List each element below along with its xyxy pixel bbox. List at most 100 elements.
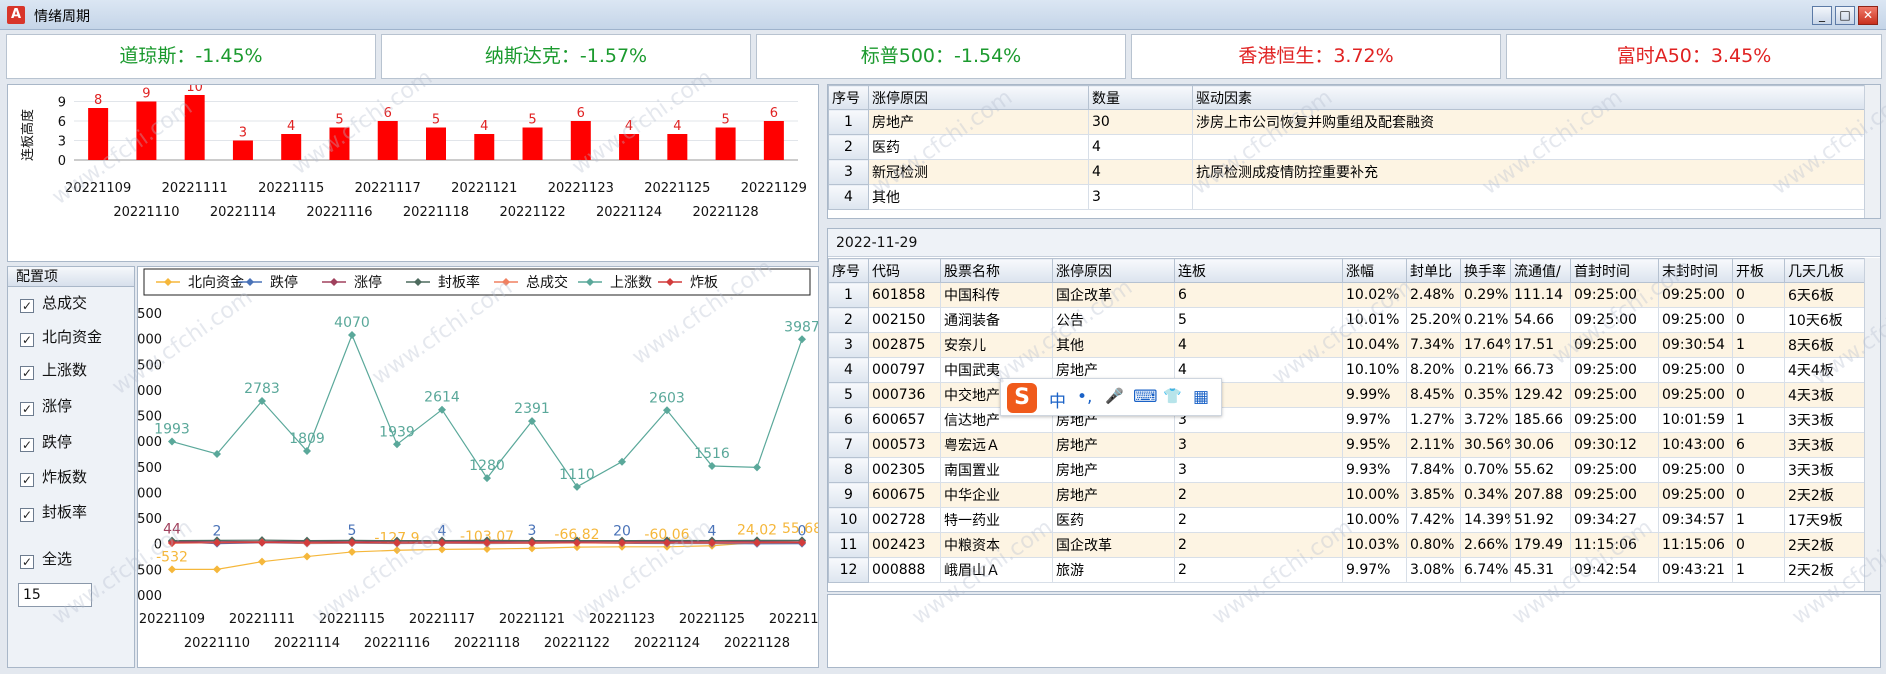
column-header[interactable]: 股票名称	[940, 258, 1053, 283]
cfg-broken-count[interactable]: ✓ 炸板数	[20, 467, 87, 487]
x-tick-label: 20221123	[589, 612, 655, 627]
table-cell: 2.48%	[1406, 282, 1461, 308]
data-label: 2614	[424, 390, 460, 406]
cfg-advancers[interactable]: ✓ 上涨数	[20, 360, 87, 380]
column-header[interactable]: 流通值/	[1510, 258, 1571, 283]
date-label: 2022-11-29	[828, 229, 1880, 257]
table-cell: 8.45%	[1406, 382, 1461, 408]
column-header[interactable]: 末封时间	[1658, 258, 1733, 283]
table-row[interactable]: 12 000888 峨眉山Ａ 旅游 2 9.97% 3.08% 6.74% 45.31 09:42…	[828, 557, 1864, 583]
row-number: 1	[828, 109, 869, 135]
table-cell: 2.11%	[1406, 432, 1461, 458]
x-tick-label: 20221122	[544, 636, 610, 651]
checkbox-total-volume[interactable]: ✓	[20, 299, 34, 313]
table-row[interactable]: 3 新冠检测 4 抗原检测成疫情防控重要补充	[828, 159, 1865, 185]
table-row[interactable]: 2 医药 4	[828, 134, 1865, 160]
col-count[interactable]: 数量	[1088, 85, 1193, 110]
data-label: 1939	[379, 424, 415, 440]
y-tick-label: 9	[58, 96, 66, 111]
table-cell: 0	[1732, 307, 1785, 333]
checkbox-select-all[interactable]: ✓	[20, 555, 34, 569]
table-row[interactable]: 4 其他 3	[828, 184, 1865, 210]
x-tick-label: 20221117	[409, 612, 475, 627]
checkbox-broken-count[interactable]: ✓	[20, 473, 34, 487]
cfg-select-all[interactable]: ✓ 全选	[20, 549, 72, 569]
ime-mic-icon[interactable]: 🎤	[1105, 387, 1124, 405]
table-row[interactable]: 7000573粤宏远Ａ房地产39.95%2.11%30.56%30.0609:3…	[828, 432, 1864, 458]
table-cell: 房地产	[1052, 457, 1175, 483]
table-row[interactable]: 10002728特一药业医药210.00%7.42%14.39%51.9209:…	[828, 507, 1864, 533]
table-row[interactable]: 11 002423 中粮资本 国企改革 2 10.03% 0.80% 2.66% 179.49 1…	[828, 532, 1864, 558]
data-point	[303, 552, 311, 561]
table-row[interactable]: 5 000736 中交地产 9.99% 8.45% 0.35% 129.42 09:25:00…	[828, 382, 1864, 408]
col-driver[interactable]: 驱动因素	[1192, 85, 1865, 110]
ime-skin-icon[interactable]: 👕	[1163, 387, 1182, 405]
table-row[interactable]: 8 002305 南国置业 房地产 3 9.93% 7.84% 0.70% 55.62 09:25…	[828, 457, 1864, 483]
table-cell: 公告	[1052, 307, 1175, 333]
data-label: 24.02	[737, 522, 777, 538]
column-header[interactable]: 涨停原因	[1052, 258, 1175, 283]
checkbox-limit-up[interactable]: ✓	[20, 402, 34, 416]
ime-toolbar: S 中 •, 🎤 ⌨ 👕 ▦	[1000, 378, 1222, 416]
close-button[interactable]: ✕	[1858, 6, 1878, 25]
checkbox-seal-rate[interactable]: ✓	[20, 508, 34, 522]
cfg-limit-down[interactable]: ✓ 跌停	[20, 432, 72, 452]
table-cell: 房地产	[1052, 432, 1175, 458]
column-header[interactable]: 封单比	[1406, 258, 1461, 283]
table-header-row: 序号 涨停原因 数量 驱动因素	[828, 85, 1865, 110]
table-cell: 30.06	[1510, 432, 1571, 458]
table-cell: 09:25:00	[1570, 382, 1659, 408]
stocks-scrollbar[interactable]	[1864, 258, 1880, 591]
table-cell: 7.34%	[1406, 332, 1461, 358]
table-row[interactable]: 1 房地产 30 涉房上市公司恢复并购重组及配套融资	[828, 109, 1865, 135]
col-reason[interactable]: 涨停原因	[868, 85, 1089, 110]
column-header[interactable]: 几天几板	[1784, 258, 1864, 283]
table-row[interactable]: 9 600675 中华企业 房地产 2 10.00% 3.85% 0.34% 207.88 09:…	[828, 482, 1864, 508]
reasons-scrollbar[interactable]	[1864, 85, 1880, 218]
table-cell: 安奈儿	[940, 332, 1053, 358]
cfg-limit-up[interactable]: ✓ 涨停	[20, 396, 72, 416]
column-header[interactable]: 开板	[1732, 258, 1785, 283]
cfg-total-volume[interactable]: ✓ 总成交	[20, 293, 87, 313]
table-row[interactable]: 3002875安奈儿其他410.04%7.34%17.64%17.5109:25…	[828, 332, 1864, 358]
ime-logo-icon[interactable]: S	[1007, 383, 1037, 413]
minimize-button[interactable]: _	[1812, 6, 1832, 25]
column-header[interactable]: 连板	[1174, 258, 1343, 283]
days-input[interactable]: 15	[18, 583, 92, 607]
column-header[interactable]: 代码	[868, 258, 941, 283]
x-tick-label: 20221121	[451, 181, 517, 196]
bar-value-label: 8	[94, 93, 102, 108]
checkbox-limit-down[interactable]: ✓	[20, 438, 34, 452]
bar	[522, 127, 543, 160]
cfg-label: 跌停	[42, 433, 73, 451]
checkbox-advancers[interactable]: ✓	[20, 366, 34, 380]
ime-chinese-toggle[interactable]: 中	[1049, 387, 1066, 412]
cfg-seal-rate[interactable]: ✓ 封板率	[20, 502, 87, 522]
table-cell: 17.64%	[1460, 332, 1511, 358]
column-header[interactable]: 涨幅	[1342, 258, 1407, 283]
column-header[interactable]: 序号	[828, 258, 869, 283]
column-header[interactable]: 换手率	[1460, 258, 1511, 283]
table-row[interactable]: 2 002150 通润装备 公告 5 10.01% 25.20% 0.21% 54.66 09:2…	[828, 307, 1864, 333]
table-cell: 000797	[868, 357, 941, 383]
table-row[interactable]: 6 600657 信达地产 房地产 3 9.97% 1.27% 3.72% 185.66 09:2…	[828, 407, 1864, 433]
table-cell: 9.93%	[1342, 457, 1407, 483]
table-cell: 2天2板	[1784, 482, 1864, 508]
maximize-button[interactable]: □	[1835, 6, 1855, 25]
bar	[570, 121, 591, 160]
x-tick-label: 20221121	[499, 612, 565, 627]
column-header[interactable]: 首封时间	[1570, 258, 1659, 283]
table-cell: 通润装备	[940, 307, 1053, 333]
table-cell: 中华企业	[940, 482, 1053, 508]
col-index[interactable]: 序号	[828, 85, 869, 110]
table-cell: 3天3板	[1784, 432, 1864, 458]
ime-punct-icon[interactable]: •,	[1077, 387, 1092, 407]
table-row[interactable]: 4 000797 中国武夷 房地产 4 10.10% 8.20% 0.21% 66.73 09:2…	[828, 357, 1864, 383]
x-tick-label: 20221116	[364, 636, 430, 651]
table-cell: 9.97%	[1342, 407, 1407, 433]
cfg-northbound[interactable]: ✓ 北向资金	[20, 327, 102, 347]
ime-keyboard-icon[interactable]: ⌨	[1133, 387, 1158, 407]
ime-toolbox-icon[interactable]: ▦	[1193, 387, 1209, 407]
table-row[interactable]: 1 601858 中国科传 国企改革 6 10.02% 2.48% 0.29% 111.14 09…	[828, 282, 1864, 308]
checkbox-northbound[interactable]: ✓	[20, 333, 34, 347]
